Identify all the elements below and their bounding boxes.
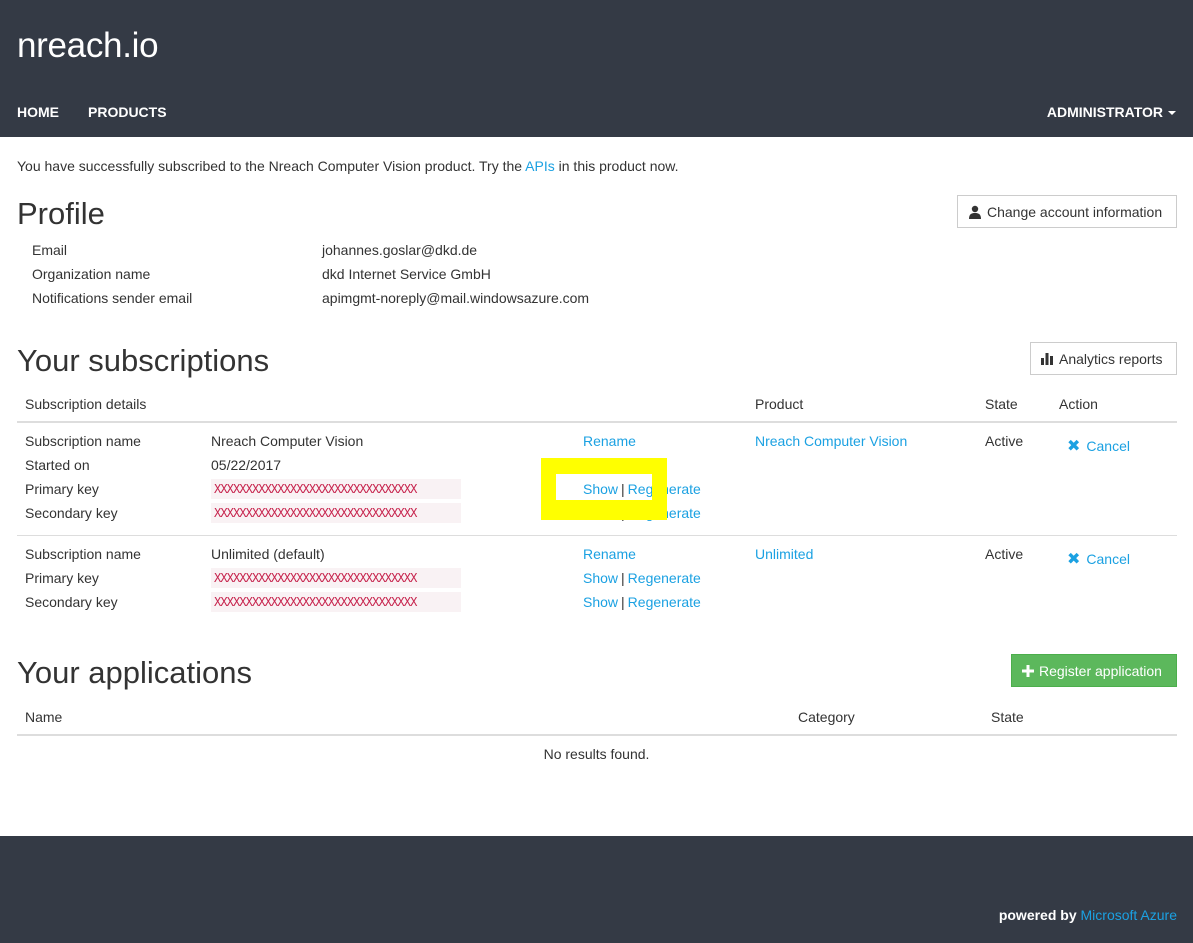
register-application-button[interactable]: Register application (1011, 654, 1177, 687)
top-header: nreach.io HOME PRODUCTS ADMINISTRATOR (0, 0, 1193, 137)
applications-title: Your applications (17, 655, 252, 690)
brand-logo[interactable]: nreach.io (17, 26, 159, 66)
notice-prefix: You have successfully subscribed to the … (17, 158, 526, 174)
sub1-started-label: Started on (25, 457, 90, 473)
sub2-primary-actions: Show | Regenerate (583, 570, 701, 586)
bar-chart-icon (1041, 352, 1053, 365)
profile-email-value: johannes.goslar@dkd.de (322, 242, 478, 258)
apps-empty-message: No results found. (543, 746, 650, 762)
powered-by-prefix: powered by (998, 907, 1081, 923)
sub1-cancel-label: Cancel (1086, 438, 1130, 454)
sub1-name: Nreach Computer Vision (211, 433, 364, 449)
profile-org-value: dkd Internet Service GmbH (322, 266, 491, 282)
user-icon (969, 205, 981, 219)
sub1-primary-actions: Show|Regenerate (583, 481, 701, 497)
sub2-primary-key: XXXXXXXXXXXXXXXXXXXXXXXXXXXXXXXX (211, 568, 461, 588)
analytics-reports-label: Analytics reports (1059, 350, 1163, 367)
microsoft-azure-link[interactable]: Microsoft Azure (1081, 907, 1177, 923)
sub2-primary-show-link[interactable]: Show (583, 570, 618, 586)
close-icon: ✖ (1067, 438, 1081, 455)
sub2-cancel-button[interactable]: ✖ Cancel (1067, 549, 1130, 569)
sub2-secondary-key: XXXXXXXXXXXXXXXXXXXXXXXXXXXXXXXX (211, 592, 461, 612)
nav-home[interactable]: HOME (17, 104, 59, 120)
plus-icon (1022, 664, 1034, 677)
caret-down-icon (1168, 111, 1176, 116)
sub2-secondary-regenerate-link[interactable]: Regenerate (628, 594, 701, 610)
sub1-primary-label: Primary key (25, 481, 99, 497)
sub1-secondary-label: Secondary key (25, 505, 118, 521)
profile-org-label: Organization name (32, 266, 151, 282)
sub2-state: Active (985, 546, 1024, 562)
col-app-state: State (991, 709, 1024, 725)
sub1-primary-show-link[interactable]: Show (583, 481, 618, 497)
register-application-label: Register application (1039, 662, 1162, 679)
notice-suffix: in this product now. (554, 158, 679, 174)
col-subscription-details: Subscription details (25, 396, 147, 412)
analytics-reports-button[interactable]: Analytics reports (1030, 342, 1177, 375)
sub1-primary-key: XXXXXXXXXXXXXXXXXXXXXXXXXXXXXXXX (211, 479, 461, 499)
sub1-started: 05/22/2017 (211, 457, 282, 473)
sub1-product-link[interactable]: Nreach Computer Vision (755, 433, 907, 449)
sub2-secondary-label: Secondary key (25, 594, 118, 610)
col-action: Action (1059, 396, 1098, 412)
apis-link[interactable]: APIs (525, 158, 555, 174)
table-header-divider (17, 421, 1177, 423)
nav-products[interactable]: PRODUCTS (88, 104, 167, 120)
sub2-name-label: Subscription name (25, 546, 141, 562)
sub1-state: Active (985, 433, 1024, 449)
nav-admin-dropdown[interactable]: ADMINISTRATOR (1047, 104, 1176, 120)
apps-header-divider (17, 734, 1177, 736)
col-state: State (985, 396, 1018, 412)
profile-email-label: Email (32, 242, 68, 258)
sub2-product-link[interactable]: Unlimited (755, 546, 813, 562)
sub2-secondary-actions: Show | Regenerate (583, 594, 701, 610)
sub2-secondary-show-link[interactable]: Show (583, 594, 618, 610)
sub1-cancel-button[interactable]: ✖ Cancel (1067, 436, 1130, 456)
highlight-box-right (652, 458, 667, 520)
sub2-cancel-label: Cancel (1086, 551, 1130, 567)
sub2-rename-link[interactable]: Rename (583, 546, 636, 562)
col-product: Product (755, 396, 804, 412)
subscription-success-notice: You have successfully subscribed to the … (17, 158, 679, 174)
sub1-name-label: Subscription name (25, 433, 141, 449)
sub2-name: Unlimited (default) (211, 546, 325, 562)
profile-sender-label: Notifications sender email (32, 290, 193, 306)
profile-title: Profile (17, 196, 105, 231)
sub1-secondary-key: XXXXXXXXXXXXXXXXXXXXXXXXXXXXXXXX (211, 503, 461, 523)
footer (0, 836, 1193, 943)
profile-sender-value: apimgmt-noreply@mail.windowsazure.com (322, 290, 590, 306)
highlight-box-bottom (541, 500, 667, 520)
sub1-rename-link[interactable]: Rename (583, 433, 636, 449)
col-app-category: Category (798, 709, 855, 725)
subscriptions-title: Your subscriptions (17, 343, 270, 378)
close-icon: ✖ (1067, 551, 1081, 568)
change-account-button[interactable]: Change account information (957, 195, 1177, 228)
sub2-primary-regenerate-link[interactable]: Regenerate (628, 570, 701, 586)
row-divider (17, 535, 1177, 536)
change-account-label: Change account information (987, 203, 1163, 220)
nav-admin-label: ADMINISTRATOR (1046, 104, 1163, 120)
col-app-name: Name (25, 709, 63, 725)
sub2-primary-label: Primary key (25, 570, 99, 586)
powered-by: powered by Microsoft Azure (999, 907, 1177, 923)
